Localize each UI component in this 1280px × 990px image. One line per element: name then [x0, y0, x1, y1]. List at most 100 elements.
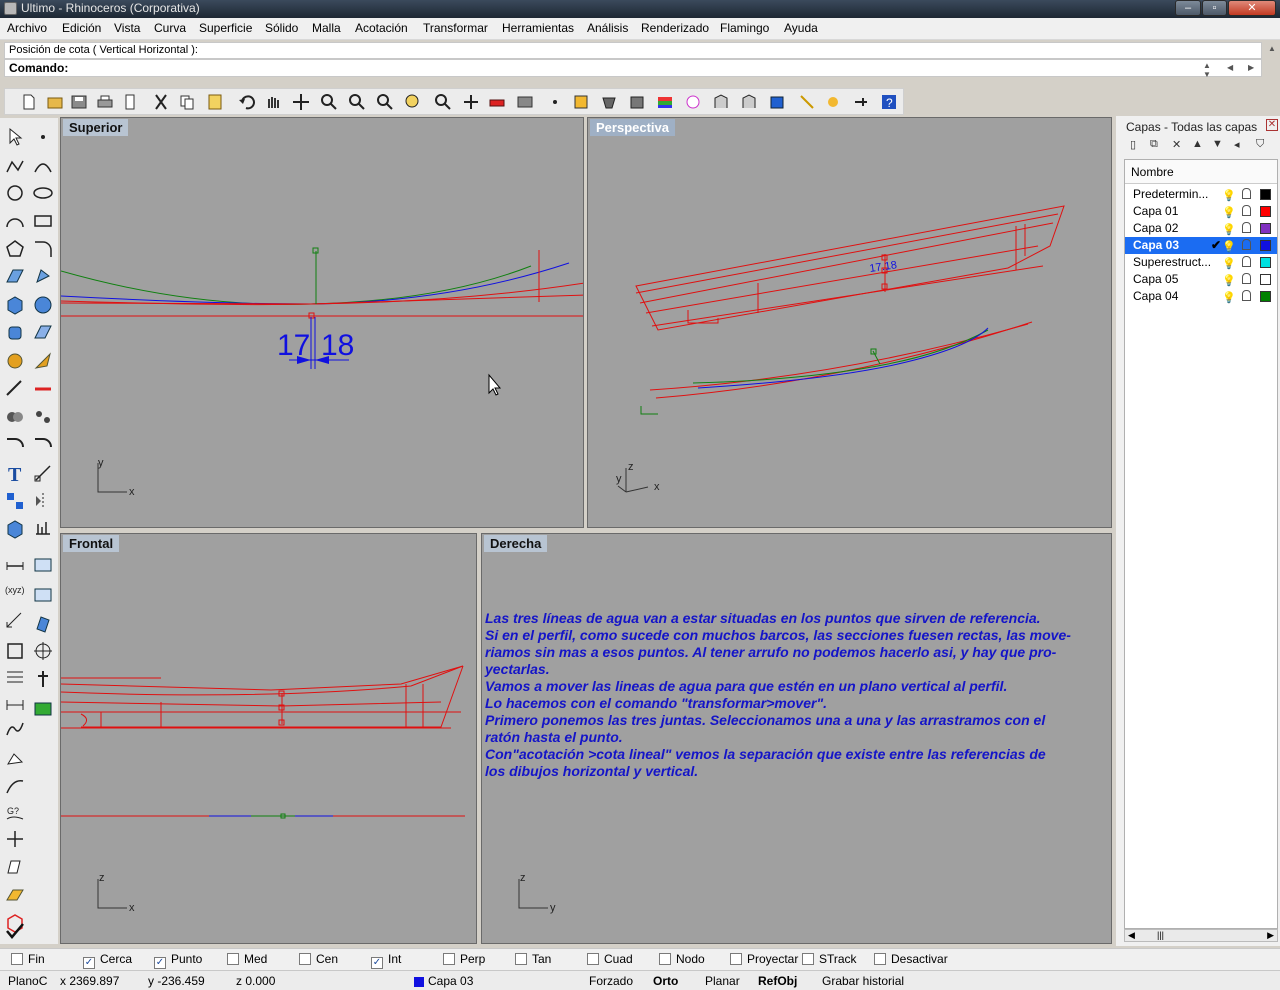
arc-icon[interactable] — [4, 210, 26, 232]
dimension-tool-icon[interactable] — [32, 350, 54, 372]
status-planar[interactable]: Planar — [705, 974, 740, 988]
viewport-layout-icon[interactable] — [515, 92, 535, 112]
arrow-tool-icon[interactable] — [851, 92, 871, 112]
distance-icon[interactable] — [4, 554, 26, 576]
layer-color-swatch[interactable] — [1260, 291, 1271, 302]
deform-icon[interactable] — [4, 856, 26, 878]
layer-color-swatch[interactable] — [1260, 274, 1271, 285]
zoom-extents-icon[interactable] — [375, 92, 395, 112]
menu-herramientas[interactable]: Herramientas — [502, 21, 574, 35]
sun-icon[interactable] — [823, 92, 843, 112]
osnap-checkbox[interactable] — [299, 953, 311, 965]
scroll-thumb-icon[interactable]: ||| — [1157, 930, 1164, 940]
menu-malla[interactable]: Malla — [312, 21, 341, 35]
scroll-right-icon[interactable]: ▶ — [1267, 930, 1274, 941]
viewport-front[interactable]: x z Frontal — [60, 533, 477, 944]
layer-row[interactable]: Capa 03 ✔ 💡 — [1125, 237, 1277, 254]
status-refobj[interactable]: RefObj — [758, 974, 797, 988]
array-icon[interactable] — [4, 490, 26, 512]
text-icon[interactable]: T — [4, 462, 26, 486]
project-icon[interactable] — [4, 748, 26, 770]
new-sublayer-icon[interactable]: ⧉ — [1150, 138, 1158, 151]
layer-lock-icon[interactable] — [1242, 239, 1251, 250]
osnap-checkbox[interactable]: ✓ — [154, 957, 166, 969]
polyline-icon[interactable] — [4, 155, 26, 177]
shade-icon[interactable] — [599, 92, 619, 112]
layer-row[interactable]: Predetermin... 💡 — [1125, 186, 1277, 203]
command-spin-icon[interactable]: ▲ ▼ — [1203, 61, 1211, 79]
viewport-top-title[interactable]: Superior — [63, 119, 129, 136]
layer-row[interactable]: Superestruct... 💡 — [1125, 254, 1277, 271]
options-icon[interactable] — [711, 92, 731, 112]
layer-row[interactable]: Capa 04 💡 — [1125, 288, 1277, 305]
close-button[interactable]: ✕ — [1228, 0, 1276, 16]
minimize-button[interactable]: – — [1175, 0, 1201, 16]
osnap-checkbox[interactable]: ✓ — [371, 957, 383, 969]
blend-icon[interactable] — [4, 718, 26, 740]
zoom-selected-icon[interactable] — [433, 92, 453, 112]
layer-name[interactable]: Capa 03 — [1133, 237, 1211, 254]
layer-name[interactable]: Capa 02 — [1133, 220, 1211, 237]
layers-icon[interactable] — [655, 92, 675, 112]
pan-hand-icon[interactable] — [263, 92, 283, 112]
menu-acotacion[interactable]: Acotación — [355, 21, 408, 35]
light-icon[interactable] — [797, 92, 817, 112]
new-file-icon[interactable] — [19, 92, 39, 112]
osnap-checkbox[interactable] — [11, 953, 23, 965]
move-layer-down-icon[interactable]: ▼ — [1212, 138, 1223, 150]
fillet-icon[interactable] — [4, 434, 26, 456]
status-cplane[interactable]: PlanoC — [8, 974, 47, 988]
osnap-nodo[interactable]: Nodo — [659, 952, 705, 968]
viewport-right-title[interactable]: Derecha — [484, 535, 548, 552]
menu-vista[interactable]: Vista — [114, 21, 140, 35]
menu-superficie[interactable]: Superficie — [199, 21, 252, 35]
render-icon[interactable] — [627, 92, 647, 112]
delete-layer-icon[interactable]: ✕ — [1172, 138, 1181, 151]
mesh-icon[interactable] — [32, 322, 54, 344]
status-orto[interactable]: Orto — [653, 974, 678, 988]
osnap-checkbox[interactable] — [227, 953, 239, 965]
layer-lock-icon[interactable] — [1242, 290, 1251, 301]
analyze-icon[interactable] — [32, 518, 54, 540]
osnap-checkbox[interactable] — [515, 953, 527, 965]
layer-lock-icon[interactable] — [1242, 256, 1251, 267]
layer-color-swatch[interactable] — [1260, 189, 1271, 200]
layer-visibility-bulb-icon[interactable]: 💡 — [1222, 290, 1236, 307]
status-forzado[interactable]: Forzado — [589, 974, 633, 988]
point-icon[interactable] — [32, 126, 54, 148]
box-icon[interactable] — [4, 294, 26, 316]
zoom-window-icon[interactable] — [347, 92, 367, 112]
ellipse-icon[interactable] — [32, 182, 54, 204]
layers-horizontal-scrollbar[interactable]: ◀ ||| ▶ — [1124, 929, 1278, 942]
history-scroll-icon[interactable]: ▲ — [1268, 44, 1276, 53]
layers-panel-close-icon[interactable]: ✕ — [1266, 119, 1278, 131]
new-layer-icon[interactable]: ▯ — [1130, 138, 1136, 151]
template-icon[interactable] — [121, 92, 141, 112]
open-file-icon[interactable] — [45, 92, 65, 112]
scale-icon[interactable] — [32, 462, 54, 484]
help-icon[interactable]: ? — [879, 92, 899, 112]
copy-icon[interactable] — [177, 92, 197, 112]
unroll-icon[interactable] — [32, 612, 54, 634]
osnap-cerca[interactable]: ✓ Cerca — [83, 952, 132, 969]
solid-tools-icon[interactable] — [4, 350, 26, 372]
layer-lock-icon[interactable] — [1242, 188, 1251, 199]
osnap-desactivar[interactable]: Desactivar — [874, 952, 948, 968]
menu-renderizado[interactable]: Renderizado — [641, 21, 709, 35]
viewport-front-title[interactable]: Frontal — [63, 535, 120, 552]
filter-layers-icon[interactable]: ⛉ — [1256, 138, 1264, 151]
viewport-perspective[interactable]: 17.18 x y z Perspectiva — [587, 117, 1112, 528]
viewport-top[interactable]: 17 18 x y Superior — [60, 117, 584, 528]
undo-icon[interactable] — [237, 92, 257, 112]
osnap-checkbox[interactable] — [730, 953, 742, 965]
status-current-layer[interactable]: Capa 03 — [428, 974, 473, 988]
status-record-history[interactable]: Grabar historial — [822, 974, 904, 988]
save-icon[interactable] — [69, 92, 89, 112]
layer-name[interactable]: Capa 05 — [1133, 271, 1211, 288]
xyz-coords-icon[interactable]: (xyz) — [4, 578, 26, 600]
osnap-med[interactable]: Med — [227, 952, 267, 968]
trim-icon[interactable] — [4, 378, 26, 400]
extrude-icon[interactable] — [32, 266, 54, 288]
layer-name[interactable]: Capa 04 — [1133, 288, 1211, 305]
osnap-proyectar[interactable]: Proyectar — [730, 952, 798, 968]
